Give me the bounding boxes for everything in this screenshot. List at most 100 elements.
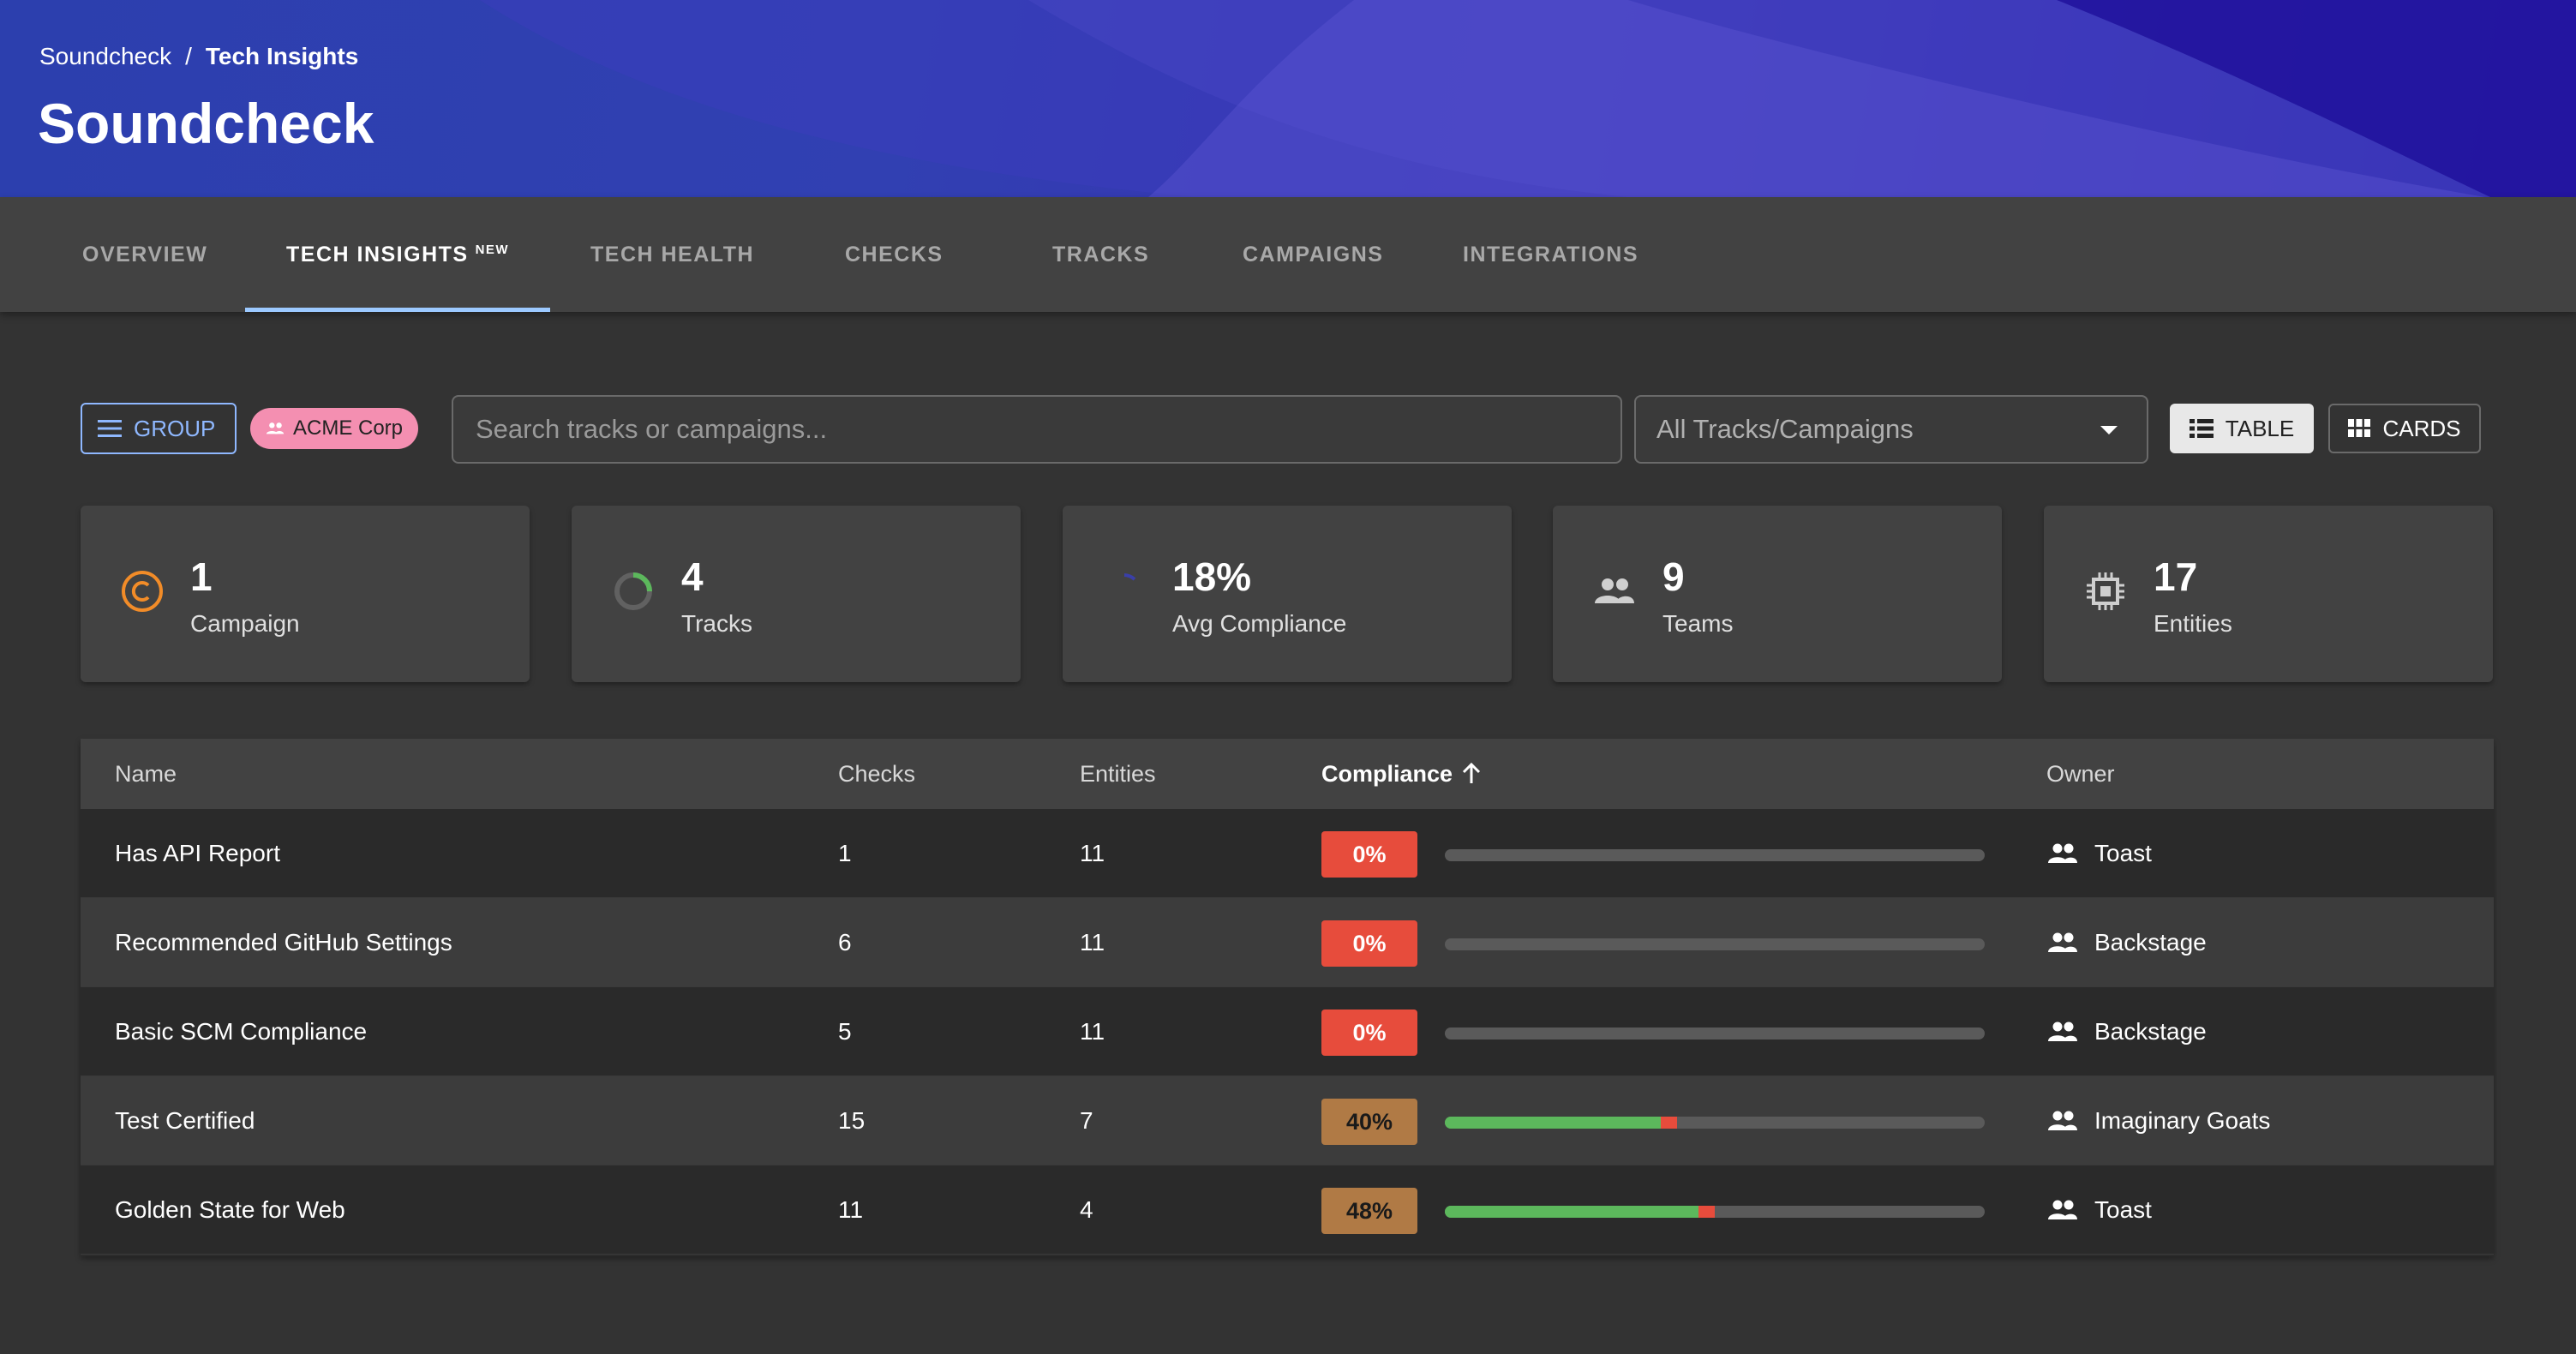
tab-checks[interactable]: CHECKS [845,197,944,312]
compliance-bar-pass [1445,1206,1699,1218]
stat-card-avg-compliance: 18% Avg Compliance [1063,506,1512,682]
stat-value: 1 [190,554,213,599]
stat-card-campaign: 1 Campaign [81,506,530,682]
table-row[interactable]: Has API Report 1 11 0% Toast [81,809,2494,898]
owner-cell[interactable]: Backstage [2046,987,2207,1076]
cards-view-button[interactable]: CARDS [2328,404,2481,453]
people-icon [2048,1111,2077,1130]
tab-overview[interactable]: OVERVIEW [82,197,207,312]
track-name[interactable]: Has API Report [115,809,280,898]
group-chip[interactable]: ACME Corp [250,408,418,449]
tab-tech-insights[interactable]: TECH INSIGHTS NEW [286,197,509,312]
search-input[interactable] [452,395,1622,464]
entities-count: 4 [1080,1196,1093,1223]
compliance-badge: 40% [1321,1099,1417,1145]
compliance-bar-fail [1661,1117,1677,1129]
owner-cell[interactable]: Toast [2046,809,2152,898]
compliance-bar-fail [1698,1206,1715,1218]
stat-label: Tracks [681,610,752,637]
track-name[interactable]: Golden State for Web [115,1165,345,1255]
breadcrumb: Soundcheck / Tech Insights [39,43,358,70]
header-background [480,0,2576,197]
tab-label: CAMPAIGNS [1243,242,1384,267]
new-badge: NEW [475,242,510,257]
compliance-badge: 0% [1321,831,1417,878]
group-button[interactable]: GROUP [81,403,237,454]
tab-label: TRACKS [1052,242,1150,267]
checks-count: 15 [838,1107,866,1134]
stat-label: Campaign [190,610,300,637]
checks-count: 1 [838,840,852,866]
checks-count: 6 [838,929,852,956]
tracks-campaigns-select[interactable]: All Tracks/Campaigns [1634,395,2148,464]
owner-name: Backstage [2094,1018,2207,1045]
people-icon [2048,1021,2077,1041]
breadcrumb-separator: / [185,43,192,69]
tab-label: OVERVIEW [82,242,208,267]
tab-tracks[interactable]: TRACKS [1052,197,1149,312]
owner-cell[interactable]: Toast [2046,1165,2152,1255]
group-button-label: GROUP [134,415,216,441]
owner-name: Imaginary Goats [2094,1107,2271,1134]
copyright-icon [122,571,163,612]
compliance-badge: 48% [1321,1188,1417,1234]
tab-integrations[interactable]: INTEGRATIONS [1463,197,1638,312]
track-name[interactable]: Recommended GitHub Settings [115,898,452,987]
group-chip-label: ACME Corp [292,416,404,440]
column-header-name[interactable]: Name [115,739,177,809]
table-row[interactable]: Recommended GitHub Settings 6 11 0% Backstag… [81,898,2494,987]
table-view-button[interactable]: TABLE [2170,404,2314,453]
active-tab-indicator [245,308,550,312]
compliance-badge: 0% [1321,920,1417,967]
chip-icon [2087,572,2124,610]
stat-label: Avg Compliance [1172,610,1347,637]
tab-label: INTEGRATIONS [1463,242,1639,267]
stat-card-tracks: 4 Tracks [572,506,1021,682]
compliance-bar [1445,938,1985,950]
tab-campaigns[interactable]: CAMPAIGNS [1243,197,1383,312]
stat-value: 4 [681,554,704,599]
people-icon [266,422,285,434]
select-value: All Tracks/Campaigns [1656,414,1914,444]
entities-count: 11 [1080,929,1105,956]
table-view-label: TABLE [2225,415,2295,441]
tracks-table: Name Checks Entities Compliance Owner Ha… [81,739,2494,1256]
column-header-entities[interactable]: Entities [1080,739,1156,809]
entities-count: 11 [1080,840,1105,866]
breadcrumb-link-soundcheck[interactable]: Soundcheck [39,43,171,70]
stat-card-teams: 9 Teams [1553,506,2002,682]
chevron-down-icon [2100,426,2118,434]
owner-cell[interactable]: Backstage [2046,898,2207,987]
stat-label: Teams [1662,610,1734,637]
checks-count: 11 [838,1196,864,1223]
table-row[interactable]: Basic SCM Compliance 5 11 0% Backstage [81,987,2494,1076]
track-name[interactable]: Basic SCM Compliance [115,987,367,1076]
owner-cell[interactable]: Imaginary Goats [2046,1076,2270,1165]
column-header-owner[interactable]: Owner [2046,739,2115,809]
arrow-up-icon [1462,763,1481,783]
people-icon [2048,932,2077,952]
table-header: Name Checks Entities Compliance Owner [81,739,2494,809]
tab-label: TECH HEALTH [590,242,755,267]
compliance-bar-pass [1445,1117,1661,1129]
owner-name: Toast [2094,840,2152,866]
table-row[interactable]: Test Certified 15 7 40% Imaginary Goats [81,1076,2494,1165]
compliance-bar [1445,849,1985,861]
entities-count: 11 [1080,1018,1105,1045]
tab-tech-health[interactable]: TECH HEALTH [590,197,754,312]
compliance-bar [1445,1206,1985,1218]
compliance-badge: 0% [1321,1010,1417,1056]
tab-label: CHECKS [845,242,944,267]
stat-value: 9 [1662,554,1685,599]
breadcrumb-current: Tech Insights [205,43,359,69]
track-name[interactable]: Test Certified [115,1076,255,1165]
table-row[interactable]: Golden State for Web 11 4 48% Toast [81,1165,2494,1255]
column-header-checks[interactable]: Checks [838,739,915,809]
column-header-compliance-label: Compliance [1321,760,1453,787]
stat-value: 18% [1172,554,1252,599]
checks-count: 5 [838,1018,852,1045]
column-header-compliance[interactable]: Compliance [1321,739,1482,809]
stat-value: 17 [2154,554,2198,599]
cards-view-label: CARDS [2382,415,2461,441]
people-icon [1595,578,1634,603]
